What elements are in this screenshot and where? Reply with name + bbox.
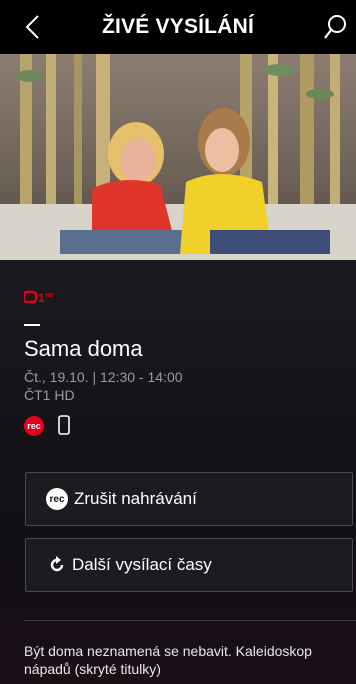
back-chevron-icon[interactable]	[22, 14, 46, 40]
more-broadcast-times-button[interactable]: Další vysílací časy	[25, 538, 353, 592]
program-channel: ČT1 HD	[24, 387, 75, 403]
svg-text:HD: HD	[46, 293, 54, 299]
program-datetime: Čt., 19.10. | 12:30 - 14:00	[24, 369, 183, 385]
search-icon[interactable]	[322, 13, 348, 41]
more-broadcast-times-label: Další vysílací časy	[72, 555, 212, 574]
cancel-recording-button[interactable]: rec Zrušit nahrávání	[25, 472, 353, 526]
rec-icon: rec	[46, 488, 68, 510]
program-meta: Čt., 19.10. | 12:30 - 14:00 ČT1 HD	[24, 368, 183, 404]
page-title: ŽIVÉ VYSÍLÁNÍ	[102, 15, 254, 38]
top-bar: ŽIVÉ VYSÍLÁNÍ	[0, 0, 356, 54]
program-title: Sama doma	[24, 336, 143, 361]
title-dash	[24, 324, 40, 326]
svg-text:1: 1	[38, 291, 45, 304]
cancel-recording-label: Zrušit nahrávání	[74, 489, 197, 508]
divider	[24, 620, 356, 621]
mobile-device-icon	[58, 415, 70, 435]
refresh-icon	[50, 556, 64, 572]
channel-logo: 1 HD	[22, 290, 64, 309]
recording-badge: rec	[24, 416, 44, 436]
program-description: Být doma neznamená se nebavit. Kaleidosk…	[24, 643, 312, 677]
program-hero-image	[0, 54, 356, 260]
